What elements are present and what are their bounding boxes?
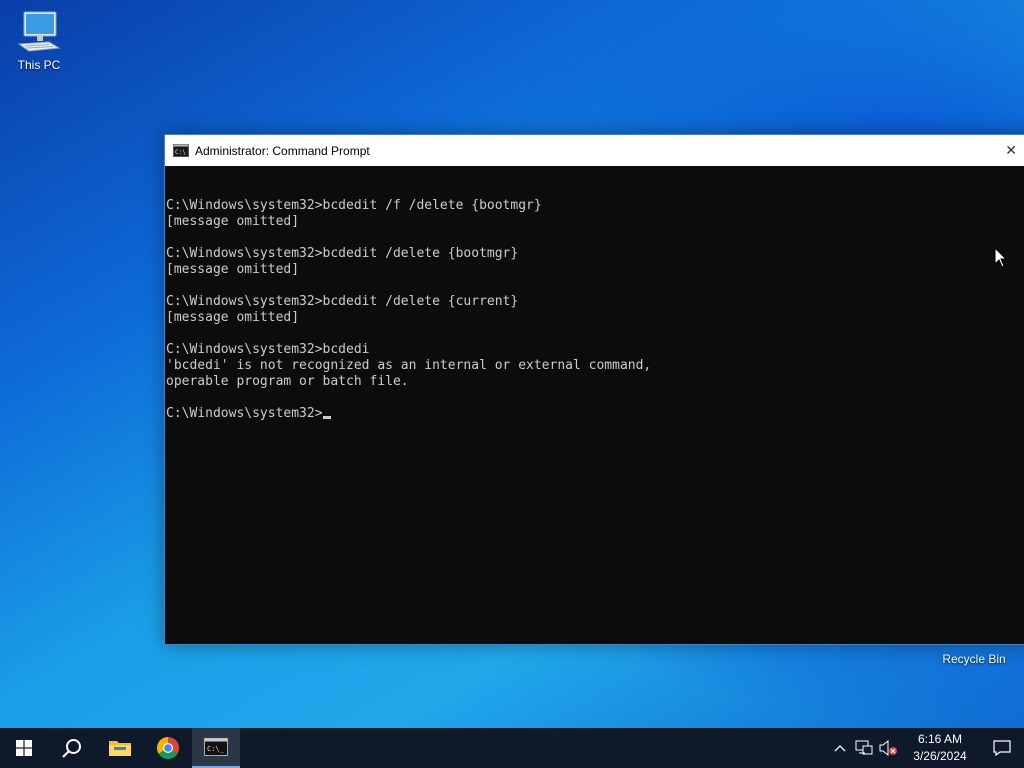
taskbar: C:\_ 6:16 AM 3/26/2024: [0, 728, 1024, 768]
console-line: C:\Windows\system32>bcdedit /f /delete {…: [166, 198, 1024, 214]
console-cursor: [322, 416, 331, 419]
command-prompt-icon: C:\_: [204, 738, 228, 756]
clock-date: 3/26/2024: [913, 749, 967, 763]
console-line: [message omitted]: [166, 214, 1024, 230]
chrome-icon: [157, 737, 179, 759]
console-line-text: C:\Windows\system32>bcdedit /f /delete {…: [166, 198, 542, 213]
console-line: C:\Windows\system32>bcdedi: [166, 342, 1024, 358]
network-icon[interactable]: [852, 728, 876, 768]
console-line-text: [message omitted]: [166, 214, 300, 229]
console-line-text: operable program or batch file.: [166, 374, 409, 389]
clock-time: 6:16 AM: [917, 732, 963, 746]
desktop-icon-recycle-bin[interactable]: Recycle Bin: [936, 652, 1012, 666]
windows-logo-icon: [16, 740, 32, 756]
clock[interactable]: 6:16 AM 3/26/2024: [900, 731, 980, 765]
notification-center-button[interactable]: [980, 728, 1024, 768]
computer-icon: [17, 11, 61, 52]
search-button[interactable]: [48, 728, 96, 768]
desktop-icon-label: This PC: [17, 58, 61, 72]
console-line: C:\Windows\system32>bcdedit /delete {boo…: [166, 246, 1024, 262]
desktop-icon-label: Recycle Bin: [942, 652, 1006, 666]
mouse-pointer-icon: [994, 247, 1008, 268]
console-line-text: C:\Windows\system32>: [166, 406, 323, 421]
chrome-button[interactable]: [144, 728, 192, 768]
console-line-text: C:\Windows\system32>bcdedi: [166, 342, 370, 357]
start-button[interactable]: [0, 728, 48, 768]
console-output[interactable]: C:\Windows\system32>bcdedit /f /delete {…: [165, 166, 1024, 422]
command-prompt-taskbar-button[interactable]: C:\_: [192, 728, 240, 768]
desktop-icon-this-pc[interactable]: This PC: [1, 10, 77, 72]
window-titlebar[interactable]: C:\ Administrator: Command Prompt ✕: [165, 135, 1024, 166]
notification-icon: [993, 740, 1011, 756]
console-line: operable program or batch file.: [166, 374, 1024, 390]
console-line: [message omitted]: [166, 310, 1024, 326]
close-icon[interactable]: ✕: [1005, 142, 1017, 159]
command-prompt-icon: C:\: [173, 144, 189, 157]
console-line-text: [message omitted]: [166, 262, 300, 277]
console-line-text: [message omitted]: [166, 310, 300, 325]
console-line: 'bcdedi' is not recognized as an interna…: [166, 358, 1024, 374]
volume-muted-icon[interactable]: [876, 728, 900, 768]
window-title: Administrator: Command Prompt: [195, 143, 370, 158]
console-line-text: C:\Windows\system32>bcdedit /delete {cur…: [166, 294, 519, 309]
svg-text:C:\_: C:\_: [207, 745, 225, 753]
console-line-text: 'bcdedi' is not recognized as an interna…: [166, 358, 652, 373]
file-explorer-button[interactable]: [96, 728, 144, 768]
console-line: [message omitted]: [166, 262, 1024, 278]
command-prompt-window[interactable]: C:\ Administrator: Command Prompt ✕ C:\W…: [164, 134, 1024, 645]
folder-icon: [109, 741, 131, 756]
svg-text:C:\: C:\: [175, 149, 186, 156]
console-line: C:\Windows\system32>: [166, 406, 1024, 422]
console-line-text: C:\Windows\system32>bcdedit /delete {boo…: [166, 246, 519, 261]
search-icon: [62, 739, 81, 758]
chevron-up-icon[interactable]: [828, 728, 852, 768]
system-tray: 6:16 AM 3/26/2024: [828, 728, 1024, 768]
console-line: C:\Windows\system32>bcdedit /delete {cur…: [166, 294, 1024, 310]
